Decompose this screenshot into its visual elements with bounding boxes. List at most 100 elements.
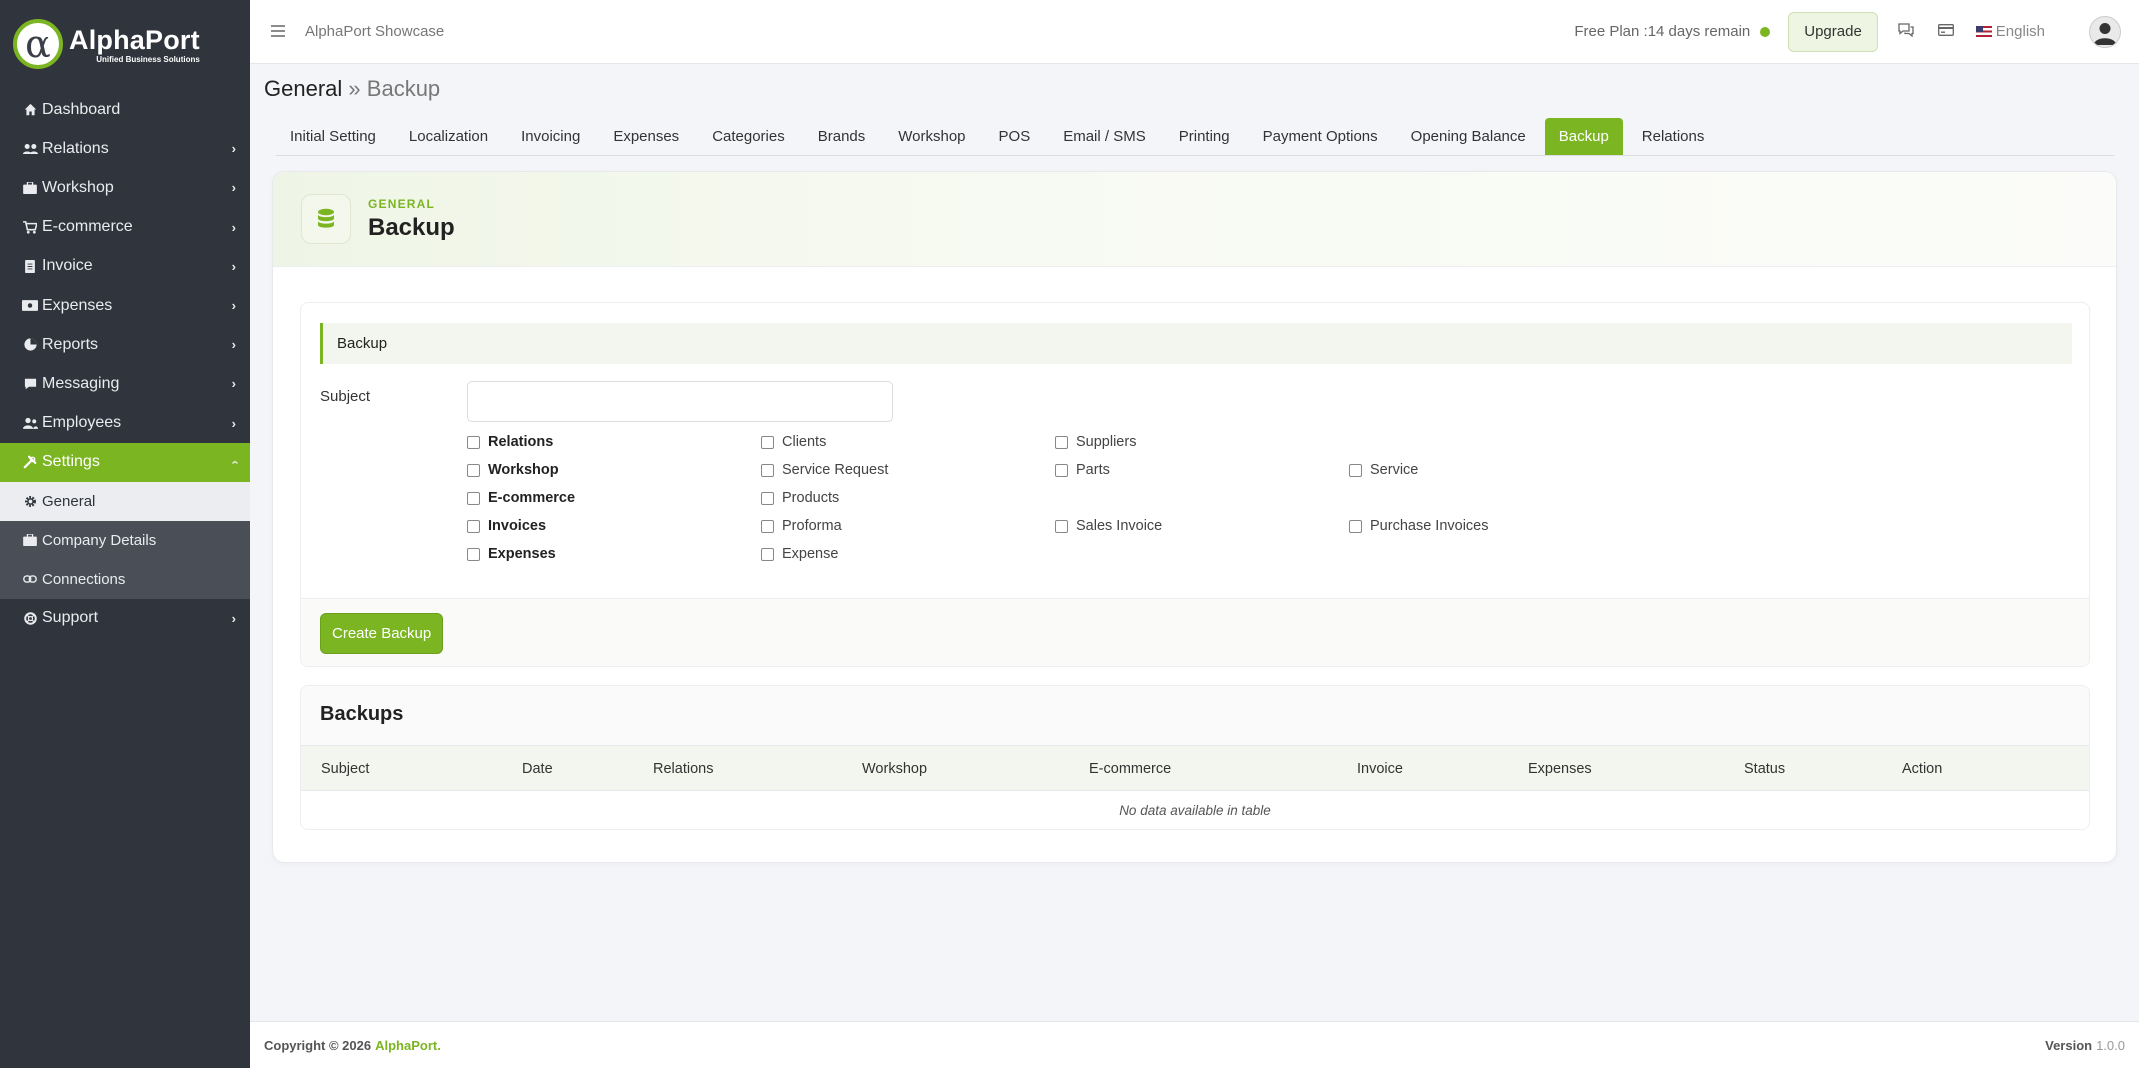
- column-date[interactable]: Date: [522, 746, 553, 792]
- pie-chart-icon: [21, 338, 39, 351]
- tab-workshop[interactable]: Workshop: [884, 118, 979, 155]
- alpha-logo-icon: α: [13, 19, 63, 69]
- sidebar-item-messaging[interactable]: Messaging ›: [0, 364, 250, 403]
- backups-table-panel: Backups Subject Date Relations Workshop …: [300, 685, 2090, 830]
- tab-payment-options[interactable]: Payment Options: [1249, 118, 1392, 155]
- tab-brands[interactable]: Brands: [804, 118, 880, 155]
- chevron-right-icon: ›: [231, 258, 236, 274]
- tab-backup[interactable]: Backup: [1544, 118, 1623, 155]
- column-action[interactable]: Action: [1902, 746, 1942, 792]
- column-expenses[interactable]: Expenses: [1528, 746, 1592, 792]
- checkbox-expense[interactable]: Expense: [761, 546, 838, 562]
- tab-email-sms[interactable]: Email / SMS: [1049, 118, 1160, 155]
- column-workshop[interactable]: Workshop: [862, 746, 927, 792]
- backup-form: Backup Subject Relations Clients Supplie…: [300, 302, 2090, 667]
- tab-pos[interactable]: POS: [985, 118, 1045, 155]
- sidebar-item-company-details[interactable]: Company Details: [0, 521, 250, 560]
- user-group-icon: [21, 417, 39, 429]
- tab-opening-balance[interactable]: Opening Balance: [1397, 118, 1540, 155]
- cart-icon: [21, 220, 39, 234]
- briefcase-icon: [21, 534, 39, 547]
- checkbox-clients[interactable]: Clients: [761, 434, 826, 450]
- message-icon: [21, 378, 39, 390]
- chat-icon[interactable]: [1898, 22, 1914, 41]
- menu-toggle-icon[interactable]: [271, 21, 285, 42]
- tab-printing[interactable]: Printing: [1165, 118, 1244, 155]
- chevron-right-icon: ›: [231, 219, 236, 235]
- brand-name: AlphaPort: [69, 24, 200, 55]
- sidebar-item-employees[interactable]: Employees ›: [0, 404, 250, 443]
- breadcrumb-root[interactable]: General: [264, 76, 342, 101]
- checkbox-parts[interactable]: Parts: [1055, 462, 1110, 478]
- chevron-right-icon: ›: [231, 376, 236, 392]
- plan-status: Free Plan :14 days remain: [1574, 23, 1751, 40]
- link-icon: [21, 575, 39, 584]
- chevron-up-icon: ›: [226, 460, 242, 465]
- column-invoice[interactable]: Invoice: [1357, 746, 1403, 792]
- tab-localization[interactable]: Localization: [395, 118, 502, 155]
- column-relations[interactable]: Relations: [653, 746, 713, 792]
- billing-icon[interactable]: [1937, 23, 1954, 40]
- document-icon: [21, 259, 39, 273]
- sidebar-item-connections[interactable]: Connections: [0, 560, 250, 599]
- column-ecommerce[interactable]: E-commerce: [1089, 746, 1171, 792]
- us-flag-icon: [1975, 26, 1992, 37]
- upgrade-button[interactable]: Upgrade: [1788, 11, 1878, 52]
- sidebar: α AlphaPort Unified Business Solutions D…: [0, 0, 250, 1068]
- chevron-right-icon: ›: [231, 141, 236, 157]
- sidebar-menu: Dashboard Relations › Workshop › E-comme…: [0, 90, 250, 482]
- sidebar-item-invoice[interactable]: Invoice ›: [0, 247, 250, 286]
- card-header: GENERAL Backup: [273, 172, 2116, 267]
- sidebar-item-reports[interactable]: Reports ›: [0, 325, 250, 364]
- status-dot: [1760, 26, 1771, 37]
- brand-tagline: Unified Business Solutions: [96, 54, 200, 64]
- sidebar-item-ecommerce[interactable]: E-commerce ›: [0, 208, 250, 247]
- tab-invoicing[interactable]: Invoicing: [507, 118, 594, 155]
- checkbox-workshop[interactable]: Workshop: [467, 462, 559, 478]
- user-avatar[interactable]: [2089, 15, 2121, 48]
- create-backup-button[interactable]: Create Backup: [320, 613, 444, 654]
- page-title: Backup: [368, 213, 455, 241]
- column-subject[interactable]: Subject: [321, 746, 369, 792]
- checkbox-products[interactable]: Products: [761, 490, 839, 506]
- tab-relations[interactable]: Relations: [1628, 118, 1719, 155]
- sidebar-item-support[interactable]: Support ›: [0, 599, 250, 638]
- tab-initial-setting[interactable]: Initial Setting: [276, 118, 390, 155]
- table-header: Subject Date Relations Workshop E-commer…: [301, 745, 2089, 791]
- sidebar-item-general[interactable]: General: [0, 481, 250, 521]
- settings-submenu: General Company Details Connections: [0, 481, 250, 599]
- logo[interactable]: α AlphaPort Unified Business Solutions: [0, 0, 250, 88]
- checkbox-suppliers[interactable]: Suppliers: [1055, 434, 1136, 450]
- footer-brand-link[interactable]: AlphaPort.: [375, 1038, 441, 1053]
- sidebar-item-workshop[interactable]: Workshop ›: [0, 168, 250, 207]
- chevron-right-icon: ›: [231, 415, 236, 431]
- section-eyebrow: GENERAL: [368, 196, 436, 211]
- lifebuoy-icon: [21, 612, 39, 625]
- language-selector[interactable]: English: [1975, 23, 2045, 40]
- gear-icon: [21, 495, 39, 508]
- backups-title: Backups: [320, 703, 404, 725]
- checkbox-service[interactable]: Service: [1349, 462, 1418, 478]
- checkbox-relations[interactable]: Relations: [467, 434, 553, 450]
- version-label: Version 1.0.0: [2045, 1037, 2125, 1053]
- checkbox-service-request[interactable]: Service Request: [761, 462, 888, 478]
- checkbox-invoices[interactable]: Invoices: [467, 518, 546, 534]
- checkbox-proforma[interactable]: Proforma: [761, 518, 842, 534]
- tools-icon: [21, 455, 39, 469]
- checkbox-expenses[interactable]: Expenses: [467, 546, 556, 562]
- chevron-right-icon: ›: [231, 337, 236, 353]
- checkbox-purchase-invoices[interactable]: Purchase Invoices: [1349, 518, 1488, 534]
- tab-categories[interactable]: Categories: [698, 118, 799, 155]
- sidebar-item-relations[interactable]: Relations ›: [0, 129, 250, 168]
- checkbox-ecommerce[interactable]: E-commerce: [467, 490, 575, 506]
- checkbox-sales-invoice[interactable]: Sales Invoice: [1055, 518, 1162, 534]
- workspace-title: AlphaPort Showcase: [305, 23, 445, 40]
- column-status[interactable]: Status: [1744, 746, 1785, 792]
- subject-input[interactable]: [467, 381, 893, 422]
- topbar: AlphaPort Showcase Free Plan :14 days re…: [250, 0, 2139, 64]
- form-section-title: Backup: [320, 323, 2072, 364]
- sidebar-item-expenses[interactable]: Expenses ›: [0, 286, 250, 325]
- tab-expenses[interactable]: Expenses: [599, 118, 693, 155]
- sidebar-item-settings[interactable]: Settings ›: [0, 442, 250, 482]
- sidebar-item-dashboard[interactable]: Dashboard: [0, 90, 250, 129]
